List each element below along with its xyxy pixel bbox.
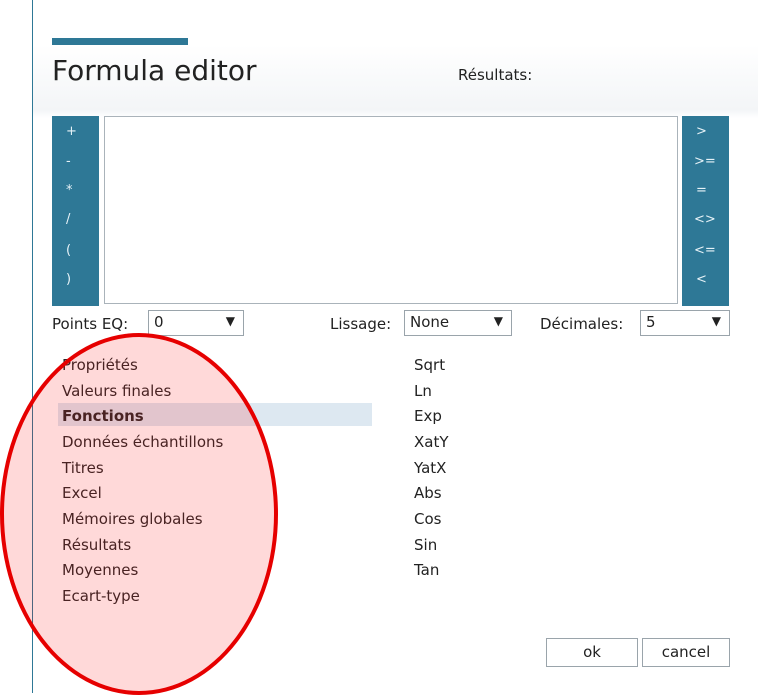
operator-less[interactable]: < — [696, 272, 707, 287]
lissage-label: Lissage: — [330, 315, 392, 333]
decimales-label: Décimales: — [540, 315, 624, 333]
operators-right-panel: > >= = <> <= < — [682, 116, 729, 306]
function-item-xaty[interactable]: XatY — [414, 433, 449, 451]
function-item-abs[interactable]: Abs — [414, 484, 442, 502]
operator-divide[interactable]: / — [66, 212, 70, 227]
function-item-exp[interactable]: Exp — [414, 407, 442, 425]
operator-plus[interactable]: + — [66, 124, 77, 139]
decimales-value: 5 — [646, 313, 656, 331]
function-item-ln[interactable]: Ln — [414, 382, 432, 400]
function-item-tan[interactable]: Tan — [414, 561, 439, 579]
chevron-down-icon: ▼ — [225, 314, 235, 328]
operator-equal[interactable]: = — [696, 183, 707, 198]
formula-input[interactable] — [104, 116, 678, 304]
ok-button[interactable]: ok — [546, 638, 638, 667]
chevron-down-icon: ▼ — [493, 314, 503, 328]
points-eq-label: Points EQ: — [52, 315, 129, 333]
lissage-value: None — [410, 313, 450, 331]
cancel-button[interactable]: cancel — [642, 638, 730, 667]
function-item-sin[interactable]: Sin — [414, 536, 437, 554]
results-label: Résultats: — [458, 66, 533, 84]
operator-close-paren[interactable]: ) — [66, 272, 71, 287]
operator-not-equal[interactable]: <> — [694, 212, 716, 227]
annotation-ellipse — [0, 333, 278, 695]
operator-minus[interactable]: - — [66, 154, 71, 169]
lissage-select[interactable]: None ▼ — [404, 310, 512, 336]
title-accent-bar — [52, 38, 188, 45]
function-item-sqrt[interactable]: Sqrt — [414, 356, 445, 374]
function-item-yatx[interactable]: YatX — [414, 459, 446, 477]
decimales-select[interactable]: 5 ▼ — [640, 310, 730, 336]
operator-greater[interactable]: > — [696, 124, 707, 139]
dialog-title: Formula editor — [52, 54, 257, 87]
operators-left-panel: + - * / ( ) — [52, 116, 99, 306]
chevron-down-icon: ▼ — [711, 314, 721, 328]
points-eq-select[interactable]: 0 ▼ — [148, 310, 244, 336]
function-item-cos[interactable]: Cos — [414, 510, 441, 528]
operator-multiply[interactable]: * — [66, 183, 73, 198]
operator-less-equal[interactable]: <= — [694, 243, 716, 258]
operator-greater-equal[interactable]: >= — [694, 154, 716, 169]
operator-open-paren[interactable]: ( — [66, 243, 71, 258]
points-eq-value: 0 — [154, 313, 164, 331]
